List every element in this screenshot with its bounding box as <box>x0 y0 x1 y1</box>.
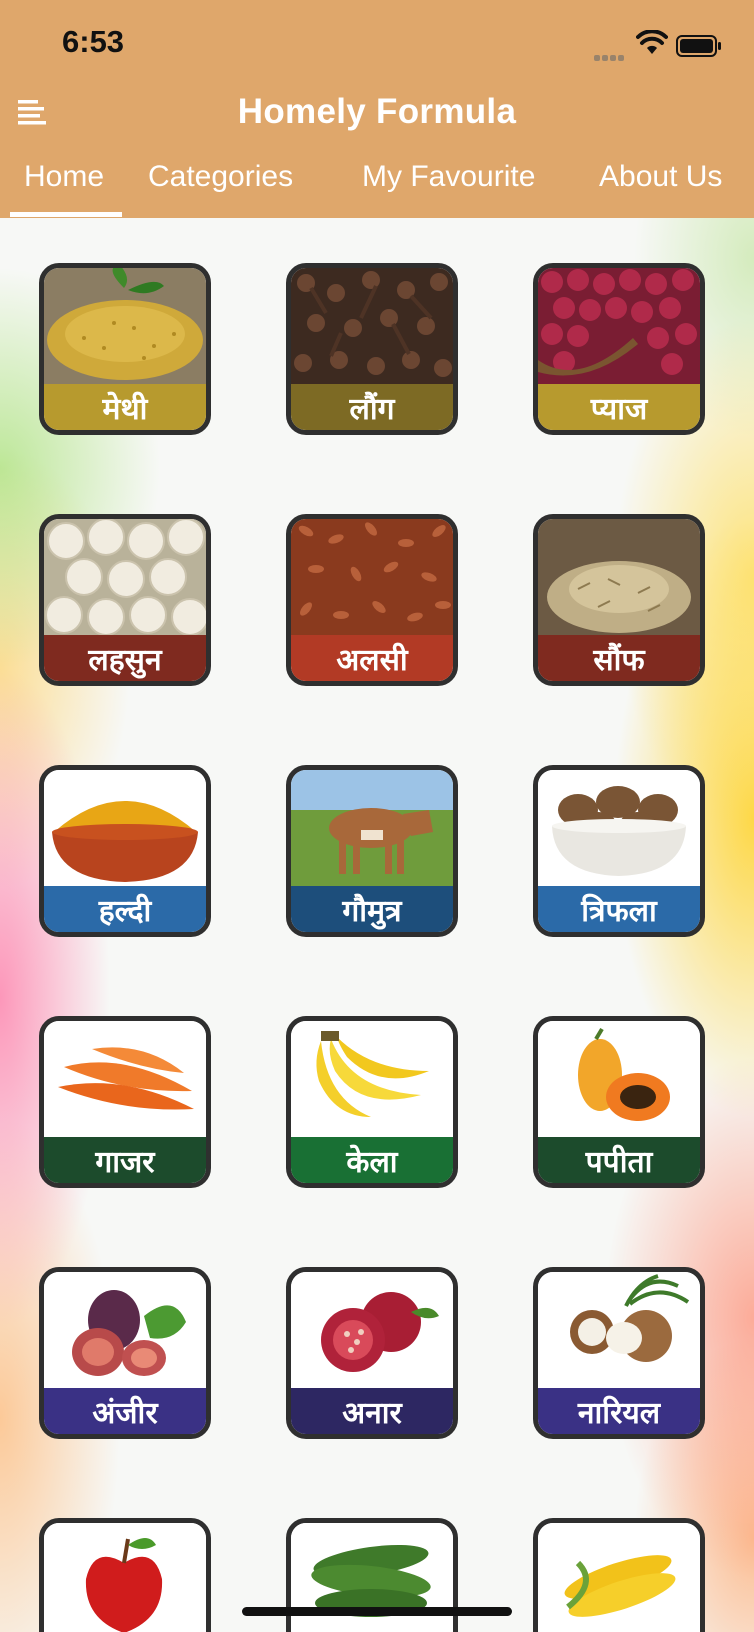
active-tab-indicator <box>10 212 122 217</box>
home-indicator[interactable] <box>242 1607 512 1616</box>
wifi-icon <box>636 30 668 54</box>
garlic-image <box>44 519 206 637</box>
tile-corn[interactable] <box>533 1518 705 1632</box>
tile-label: लौंग <box>291 384 453 430</box>
app-header: 6:53 Homely Formula Home Categories My F… <box>0 0 754 218</box>
carrots-image <box>44 1021 206 1139</box>
tile-label: लहसुन <box>44 635 206 681</box>
tile-banana[interactable]: केला <box>286 1016 458 1188</box>
tile-label: गाजर <box>44 1137 206 1183</box>
tile-onion[interactable]: प्याज <box>533 263 705 435</box>
tile-label: पपीता <box>538 1137 700 1183</box>
corn-image <box>538 1523 700 1632</box>
tile-fennel[interactable]: सौंफ <box>533 514 705 686</box>
tile-cloves[interactable]: लौंग <box>286 263 458 435</box>
tile-label: मेथी <box>44 384 206 430</box>
tile-label: नारियल <box>538 1388 700 1434</box>
coconut-image <box>538 1272 700 1390</box>
tile-cow-urine[interactable]: गौमुत्र <box>286 765 458 937</box>
cloves-image <box>291 268 453 386</box>
cellular-signal-icon <box>594 46 630 61</box>
tab-bar: Home Categories My Favourite About Us <box>0 160 754 218</box>
tile-label: सौंफ <box>538 635 700 681</box>
tile-coconut[interactable]: नारियल <box>533 1267 705 1439</box>
tile-fenugreek[interactable]: मेथी <box>39 263 211 435</box>
tile-flax[interactable]: अलसी <box>286 514 458 686</box>
tab-my-favourite[interactable]: My Favourite <box>362 160 535 194</box>
pomegranate-image <box>291 1272 453 1390</box>
battery-icon <box>676 35 721 57</box>
tile-pomegranate[interactable]: अनार <box>286 1267 458 1439</box>
tile-label: त्रिफला <box>538 886 700 932</box>
tile-label: अलसी <box>291 635 453 681</box>
tile-label: केला <box>291 1137 453 1183</box>
tile-papaya[interactable]: पपीता <box>533 1016 705 1188</box>
bananas-image <box>291 1021 453 1139</box>
tile-fig[interactable]: अंजीर <box>39 1267 211 1439</box>
flax-seeds-image <box>291 519 453 637</box>
tile-label: गौमुत्र <box>291 886 453 932</box>
tile-label: अंजीर <box>44 1388 206 1434</box>
app-title: Homely Formula <box>237 92 517 131</box>
tab-categories[interactable]: Categories <box>148 160 293 194</box>
tile-label: अनार <box>291 1388 453 1434</box>
tile-apple[interactable] <box>39 1518 211 1632</box>
apple-image <box>44 1523 206 1632</box>
tile-turmeric[interactable]: हल्दी <box>39 765 211 937</box>
papaya-image <box>538 1021 700 1139</box>
figs-image <box>44 1272 206 1390</box>
fennel-seeds-image <box>538 519 700 637</box>
tile-garlic[interactable]: लहसुन <box>39 514 211 686</box>
tile-label: प्याज <box>538 384 700 430</box>
fenugreek-image <box>44 268 206 386</box>
cow-image <box>291 770 453 888</box>
tab-about-us[interactable]: About Us <box>599 160 722 194</box>
status-time: 6:53 <box>62 24 125 59</box>
triphala-image <box>538 770 700 888</box>
tile-triphala[interactable]: त्रिफला <box>533 765 705 937</box>
onions-image <box>538 268 700 386</box>
tile-label: हल्दी <box>44 886 206 932</box>
home-grid: मेथी लौंग प्याज लहसुन अलसी सौंफ हल्दी गौ… <box>0 218 754 1632</box>
turmeric-image <box>44 770 206 888</box>
tab-home[interactable]: Home <box>24 160 104 194</box>
tile-carrot[interactable]: गाजर <box>39 1016 211 1188</box>
